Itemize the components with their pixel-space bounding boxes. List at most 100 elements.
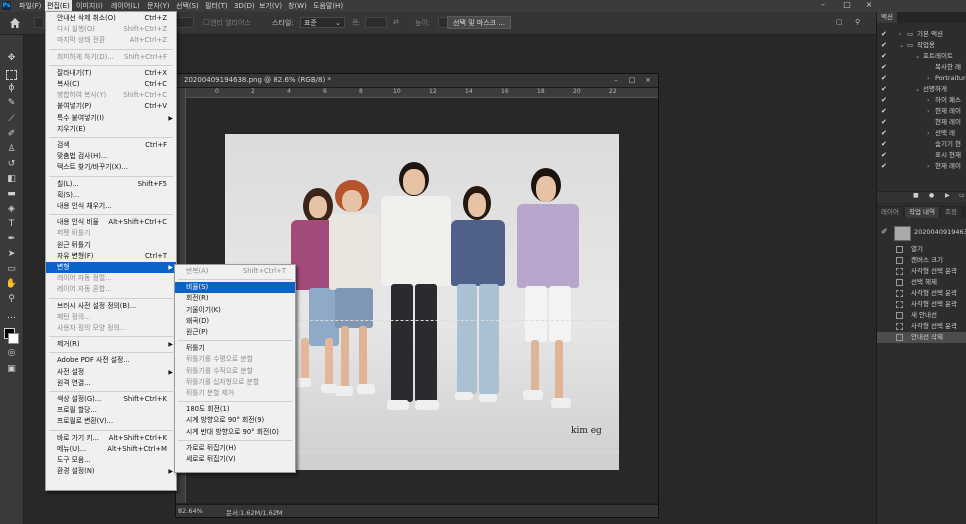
menu-select[interactable]: 선택(S) (174, 0, 201, 12)
menu-item-40[interactable]: 프로필 할당... (46, 405, 176, 416)
menu-item-15[interactable]: 시계 방향으로 90° 회전(9) (175, 415, 295, 426)
menu-item-11[interactable]: 지우기(E) (46, 124, 176, 135)
window-maximize-icon[interactable]: □ (836, 0, 858, 10)
play-icon[interactable]: ▶ (945, 192, 950, 199)
history-snapshot[interactable]: ✐ 20200409194638.p (877, 224, 966, 242)
swap-icon[interactable]: ⇄ (393, 18, 399, 26)
document-title-bar[interactable]: 20200409194638.png @ 82.6% (RGB/8) * – □… (176, 74, 658, 88)
menu-item-39[interactable]: 색상 설정(G)... Shift+Ctrl+K (46, 394, 176, 405)
action-row[interactable]: ✔ ⌄ 선명하게 (877, 84, 966, 95)
menu-item-2[interactable]: 비율(S) (175, 282, 295, 294)
horizontal-ruler[interactable]: 0 2 4 6 8 10 12 14 16 18 20 22 (186, 88, 658, 98)
menu-item-14[interactable]: 맞춤법 검사(H)... (46, 151, 176, 162)
action-row[interactable]: ✔ › ▭ 기본 액션 (877, 29, 966, 40)
tab-history[interactable]: 작업 내역 (905, 207, 939, 218)
menu-item-24[interactable]: 자유 변형(F) Ctrl+T (46, 251, 176, 262)
lasso-tool-icon[interactable]: ϕ (5, 82, 18, 95)
history-row[interactable]: 사각형 선택 윤곽 (877, 299, 966, 310)
quick-mask-icon[interactable]: ◎ (5, 347, 18, 360)
menu-help[interactable]: 도움말(H) (311, 0, 345, 12)
doc-close-icon[interactable]: × (640, 75, 656, 85)
rectangle-tool-icon[interactable]: ▭ (5, 263, 18, 276)
doc-maximize-icon[interactable]: □ (624, 75, 640, 85)
tab-adjustments[interactable]: 조정 (941, 207, 961, 218)
menu-filter[interactable]: 필터(T) (203, 0, 230, 12)
menu-item-9[interactable]: 붙여넣기(P) Ctrl+V (46, 101, 176, 112)
menu-item-45[interactable]: 도구 모음... (46, 455, 176, 466)
action-row[interactable]: ✔ 숨기기 현 (877, 139, 966, 150)
menu-item-13[interactable]: 검색 Ctrl+F (46, 140, 176, 151)
eyedropper-tool-icon[interactable]: ⟋ (5, 113, 18, 126)
menu-item-17[interactable]: 칠(L)... Shift+F5 (46, 179, 176, 190)
menu-item-18[interactable]: 가로로 뒤집기(H) (175, 443, 295, 454)
history-row[interactable]: 새 안내선 (877, 310, 966, 321)
menu-item-19[interactable]: 세로로 뒤집기(V) (175, 454, 295, 465)
history-row[interactable]: 사각형 선택 윤곽 (877, 288, 966, 299)
anti-alias-checkbox[interactable]: □ (203, 18, 210, 26)
blur-tool-icon[interactable]: ◈ (5, 203, 18, 216)
more-tools-icon[interactable]: … (5, 310, 18, 323)
history-brush-icon[interactable]: ↺ (5, 158, 18, 171)
zoom-tool-icon[interactable]: ⚲ (5, 293, 18, 306)
brush-tool-icon[interactable]: ✐ (5, 128, 18, 141)
menu-item-44[interactable]: 메뉴(U)... Alt+Shift+Ctrl+M (46, 444, 176, 455)
menu-3d[interactable]: 3D(D) (232, 0, 257, 12)
gradient-tool-icon[interactable]: ▬ (5, 188, 18, 201)
menu-item-25[interactable]: 변형 ▶ (46, 262, 176, 273)
new-folder-icon[interactable]: ▭ (959, 192, 965, 199)
eraser-tool-icon[interactable]: ◧ (5, 173, 18, 186)
workspace-icon[interactable]: ▢ (836, 18, 843, 26)
menu-item-46[interactable]: 환경 설정(N) ▶ (46, 466, 176, 477)
width-field[interactable] (365, 17, 387, 28)
action-row[interactable]: ✔ › 현재 레이 (877, 161, 966, 172)
window-close-icon[interactable]: × (858, 0, 880, 10)
search-icon[interactable]: ⚲ (855, 18, 860, 26)
action-row[interactable]: ✔›Portraiture (877, 73, 966, 84)
zoom-level[interactable]: 82.64% (178, 507, 203, 515)
marquee-tool-icon[interactable] (6, 70, 17, 80)
menu-item-29[interactable]: 브러시 사전 설정 정의(B)... (46, 301, 176, 312)
menu-item-21[interactable]: 내용 인식 비율 Alt+Shift+Ctrl+C (46, 217, 176, 228)
tab-layers[interactable]: 레이어 (877, 207, 903, 218)
action-row[interactable]: ✔ ⌄ ▭ 작업용 (877, 40, 966, 51)
history-row[interactable]: 열기 (877, 244, 966, 255)
menu-item-0[interactable]: 안내선 삭제 취소(O) Ctrl+Z (46, 13, 176, 24)
home-icon[interactable] (9, 17, 21, 29)
menu-item-3[interactable]: 회전(R) (175, 293, 295, 304)
action-row[interactable]: ✔ 표시 현재 (877, 150, 966, 161)
menu-item-35[interactable]: Adobe PDF 사전 설정... (46, 355, 176, 366)
menu-window[interactable]: 창(W) (286, 0, 309, 12)
record-icon[interactable]: ● (929, 192, 934, 199)
menu-item-14[interactable]: 180도 회전(1) (175, 404, 295, 415)
menu-item-7[interactable]: 복사(C) Ctrl+C (46, 79, 176, 90)
menu-item-33[interactable]: 제거(R) ▶ (46, 339, 176, 350)
pen-tool-icon[interactable]: ✒ (5, 233, 18, 246)
marquee-preset-icon[interactable] (34, 17, 44, 28)
menu-item-43[interactable]: 바로 가기 키... Alt+Shift+Ctrl+K (46, 433, 176, 444)
menu-item-6[interactable]: 원근(P) (175, 327, 295, 338)
history-row-selected[interactable]: 안내선 삭제 (877, 332, 966, 343)
history-row[interactable]: 선택 해제 (877, 277, 966, 288)
menu-item-23[interactable]: 원근 뒤틀기 (46, 240, 176, 251)
background-color-swatch[interactable] (8, 333, 19, 344)
menu-item-18[interactable]: 획(S)... (46, 190, 176, 201)
menu-item-10[interactable]: 특수 붙여넣기(I) ▶ (46, 113, 176, 124)
history-row[interactable]: 캔버스 크기 (877, 255, 966, 266)
action-row[interactable]: ✔ › 선택 레 (877, 128, 966, 139)
menu-item-15[interactable]: 텍스트 찾기/바꾸기(X)... (46, 162, 176, 173)
menu-item-37[interactable]: 원격 연결... (46, 378, 176, 389)
window-minimize-icon[interactable]: – (812, 0, 834, 10)
action-row[interactable]: ✔ › 현재 레이 (877, 106, 966, 117)
quick-select-tool-icon[interactable]: ✎ (5, 97, 18, 110)
doc-minimize-icon[interactable]: – (608, 75, 624, 85)
action-row[interactable]: ✔ 현재 레이 (877, 117, 966, 128)
feather-field[interactable] (176, 17, 194, 28)
tab-actions[interactable]: 액션 (877, 12, 897, 23)
menu-item-6[interactable]: 잘라내기(T) Ctrl+X (46, 68, 176, 79)
hand-tool-icon[interactable]: ✋ (5, 278, 18, 291)
menu-item-8[interactable]: 뒤틀기 (175, 343, 295, 354)
style-select[interactable]: 표준 ⌄ (300, 17, 345, 28)
menu-file[interactable]: 파일(F) (17, 0, 43, 12)
history-row[interactable]: 사각형 선택 윤곽 (877, 266, 966, 277)
stop-icon[interactable]: ■ (913, 192, 919, 199)
